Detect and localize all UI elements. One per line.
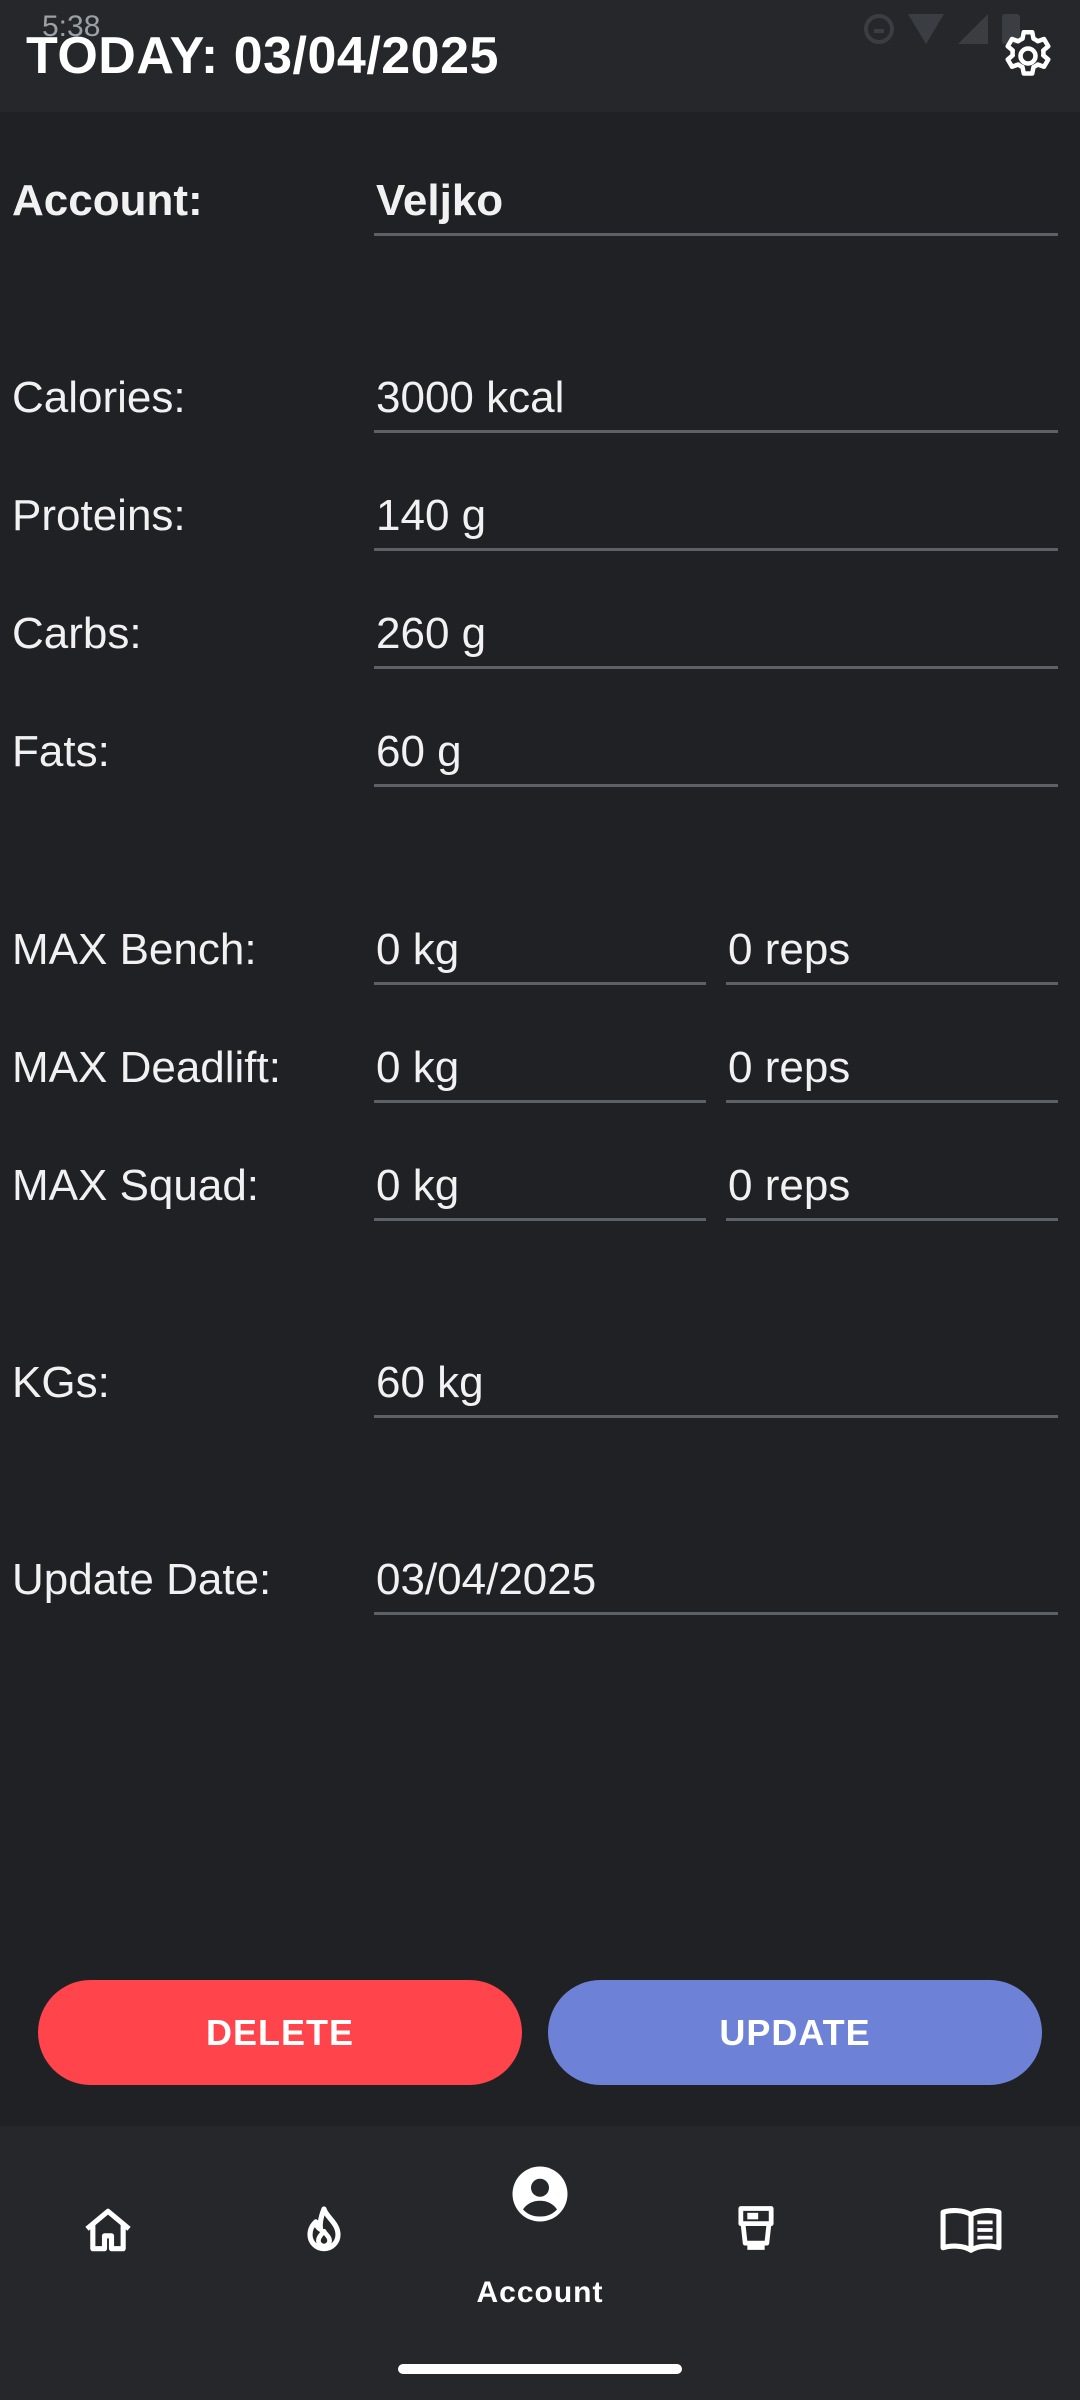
proteins-label: Proteins: xyxy=(12,491,186,540)
calories-label: Calories: xyxy=(12,373,186,422)
top-app-bar: 5:38 TODAY: 03/04/2025 xyxy=(0,0,1080,112)
max-bench-kg-field[interactable]: 0 kg xyxy=(374,915,706,985)
kgs-field[interactable]: 60 kg xyxy=(374,1348,1058,1418)
kgs-label: KGs: xyxy=(12,1358,110,1407)
update-button[interactable]: UPDATE xyxy=(548,1980,1042,2085)
account-screen: 5:38 TODAY: 03/04/2025 Account: Veljko C… xyxy=(0,0,1080,2400)
food-icon xyxy=(738,2206,774,2250)
max-deadlift-label: MAX Deadlift: xyxy=(12,1043,281,1092)
update-date-value: 03/04/2025 xyxy=(376,1555,597,1604)
nav-guide[interactable] xyxy=(864,2126,1080,2326)
gear-icon xyxy=(1005,30,1051,76)
book-icon xyxy=(940,2208,1002,2253)
fats-value: 60 g xyxy=(376,727,462,776)
account-row: Account: Veljko xyxy=(0,166,1080,236)
max-bench-row: MAX Bench: 0 kg 0 reps xyxy=(0,915,1080,985)
max-squad-kg-value: 0 kg xyxy=(376,1161,460,1210)
proteins-row: Proteins: 140 g xyxy=(0,481,1080,551)
settings-button[interactable] xyxy=(998,26,1058,86)
calories-row: Calories: 3000 kcal xyxy=(0,363,1080,433)
calories-field[interactable]: 3000 kcal xyxy=(374,363,1058,433)
do-not-disturb-icon xyxy=(864,14,894,44)
fats-field[interactable]: 60 g xyxy=(374,717,1058,787)
delete-button[interactable]: DELETE xyxy=(38,1980,522,2085)
nav-account-label: Account xyxy=(476,2276,604,2309)
status-icons xyxy=(864,14,1020,44)
max-bench-reps-field[interactable]: 0 reps xyxy=(726,915,1058,985)
fats-label: Fats: xyxy=(12,727,110,776)
max-deadlift-row: MAX Deadlift: 0 kg 0 reps xyxy=(0,1033,1080,1103)
proteins-field[interactable]: 140 g xyxy=(374,481,1058,551)
carbs-field[interactable]: 260 g xyxy=(374,599,1058,669)
account-field[interactable]: Veljko xyxy=(374,166,1058,236)
update-date-label: Update Date: xyxy=(12,1555,272,1604)
carbs-label: Carbs: xyxy=(12,609,142,658)
nav-home[interactable] xyxy=(0,2126,216,2326)
max-squad-label: MAX Squad: xyxy=(12,1161,260,1210)
page-title: TODAY: 03/04/2025 xyxy=(26,27,499,85)
max-deadlift-reps-value: 0 reps xyxy=(728,1043,851,1092)
kgs-value: 60 kg xyxy=(376,1358,484,1407)
max-deadlift-kg-field[interactable]: 0 kg xyxy=(374,1033,706,1103)
nav-calories[interactable] xyxy=(216,2126,432,2326)
calories-value: 3000 kcal xyxy=(376,373,565,422)
fats-row: Fats: 60 g xyxy=(0,717,1080,787)
max-deadlift-kg-value: 0 kg xyxy=(376,1043,460,1092)
bottom-navigation: Account xyxy=(0,2126,1080,2400)
max-squad-reps-value: 0 reps xyxy=(728,1161,851,1210)
account-label: Account: xyxy=(12,176,203,225)
home-indicator[interactable] xyxy=(398,2364,682,2374)
carbs-row: Carbs: 260 g xyxy=(0,599,1080,669)
wifi-icon xyxy=(908,14,944,44)
home-icon xyxy=(85,2208,131,2252)
max-deadlift-reps-field[interactable]: 0 reps xyxy=(726,1033,1058,1103)
max-bench-reps-value: 0 reps xyxy=(728,925,851,974)
nav-food[interactable] xyxy=(648,2126,864,2326)
cell-signal-icon xyxy=(958,14,988,44)
max-bench-label: MAX Bench: xyxy=(12,925,257,974)
max-squad-kg-field[interactable]: 0 kg xyxy=(374,1151,706,1221)
proteins-value: 140 g xyxy=(376,491,487,540)
kgs-row: KGs: 60 kg xyxy=(0,1348,1080,1418)
update-date-field[interactable]: 03/04/2025 xyxy=(374,1545,1058,1615)
account-value: Veljko xyxy=(376,176,504,225)
fire-icon xyxy=(307,2206,341,2252)
nav-account[interactable]: Account xyxy=(432,2126,648,2326)
max-squad-row: MAX Squad: 0 kg 0 reps xyxy=(0,1151,1080,1221)
account-circle-icon xyxy=(512,2166,568,2222)
carbs-value: 260 g xyxy=(376,609,487,658)
max-bench-kg-value: 0 kg xyxy=(376,925,460,974)
update-date-row: Update Date: 03/04/2025 xyxy=(0,1545,1080,1615)
max-squad-reps-field[interactable]: 0 reps xyxy=(726,1151,1058,1221)
